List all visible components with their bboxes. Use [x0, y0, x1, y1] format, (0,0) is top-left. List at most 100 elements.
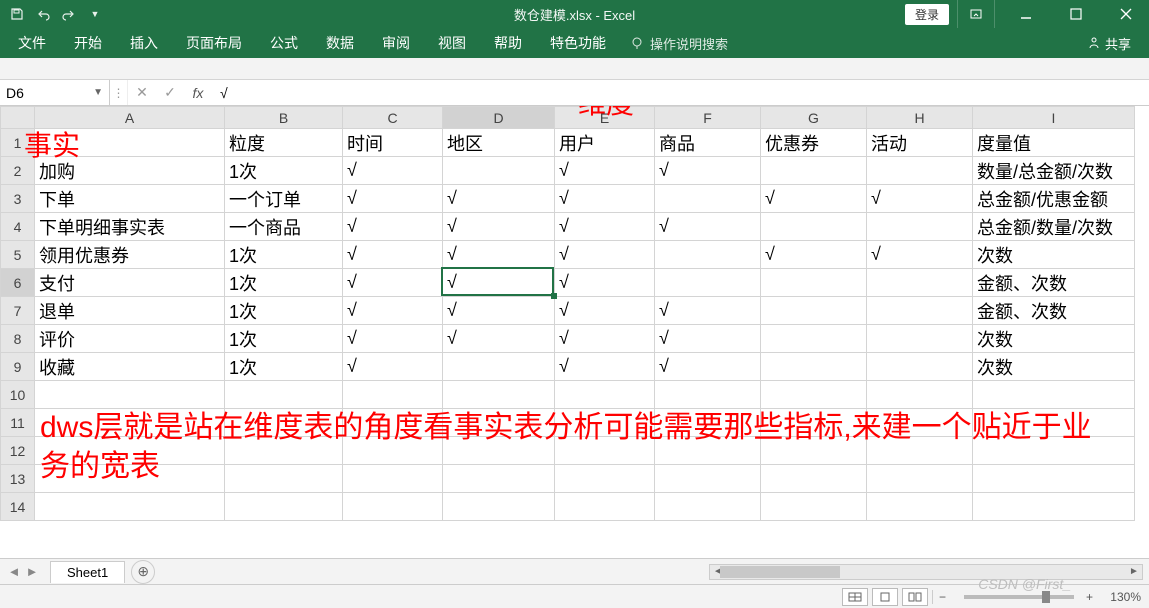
- cell-H11[interactable]: [867, 409, 973, 437]
- cell-F3[interactable]: [655, 185, 761, 213]
- cell-I3[interactable]: 总金额/优惠金额: [973, 185, 1135, 213]
- fill-handle[interactable]: [551, 293, 557, 299]
- add-sheet-button[interactable]: ⊕: [131, 560, 155, 584]
- cell-H2[interactable]: [867, 157, 973, 185]
- cell-C6[interactable]: √: [343, 269, 443, 297]
- zoom-in-button[interactable]: +: [1086, 590, 1093, 604]
- cell-E12[interactable]: [555, 437, 655, 465]
- cell-H9[interactable]: [867, 353, 973, 381]
- cell-C2[interactable]: √: [343, 157, 443, 185]
- col-header-G[interactable]: G: [761, 107, 867, 129]
- tab-file[interactable]: 文件: [4, 27, 60, 59]
- cell-I7[interactable]: 金额、次数: [973, 297, 1135, 325]
- cell-D12[interactable]: [443, 437, 555, 465]
- cell-D7[interactable]: √: [443, 297, 555, 325]
- cell-A5[interactable]: 领用优惠券: [35, 241, 225, 269]
- cell-C1[interactable]: 时间: [343, 129, 443, 157]
- minimize-button[interactable]: [1003, 0, 1049, 28]
- cell-E2[interactable]: √: [555, 157, 655, 185]
- col-header-B[interactable]: B: [225, 107, 343, 129]
- cell-E7[interactable]: √: [555, 297, 655, 325]
- cell-F6[interactable]: [655, 269, 761, 297]
- view-pagelayout-icon[interactable]: [872, 588, 898, 606]
- cell-A7[interactable]: 退单: [35, 297, 225, 325]
- cell-F14[interactable]: [655, 493, 761, 521]
- cell-F13[interactable]: [655, 465, 761, 493]
- col-header-E[interactable]: E: [555, 107, 655, 129]
- name-box[interactable]: D6 ▼: [0, 80, 110, 105]
- cell-D14[interactable]: [443, 493, 555, 521]
- cell-D10[interactable]: [443, 381, 555, 409]
- col-header-F[interactable]: F: [655, 107, 761, 129]
- sheet-nav-prev-icon[interactable]: ◄: [6, 564, 22, 580]
- cell-B7[interactable]: 1次: [225, 297, 343, 325]
- zoom-slider[interactable]: [964, 595, 1074, 599]
- col-header-D[interactable]: D: [443, 107, 555, 129]
- tab-layout[interactable]: 页面布局: [172, 27, 256, 59]
- cell-H7[interactable]: [867, 297, 973, 325]
- col-header-H[interactable]: H: [867, 107, 973, 129]
- cell-A9[interactable]: 收藏: [35, 353, 225, 381]
- cell-E1[interactable]: 用户: [555, 129, 655, 157]
- tab-insert[interactable]: 插入: [116, 27, 172, 59]
- cell-F5[interactable]: [655, 241, 761, 269]
- cell-C7[interactable]: √: [343, 297, 443, 325]
- row-header-5[interactable]: 5: [1, 241, 35, 269]
- cell-D3[interactable]: √: [443, 185, 555, 213]
- col-header-A[interactable]: A: [35, 107, 225, 129]
- row-header-10[interactable]: 10: [1, 381, 35, 409]
- grid-area[interactable]: ABCDEFGHI 1粒度时间地区用户商品优惠券活动度量值2加购1次√√√数量/…: [0, 106, 1149, 558]
- row-header-12[interactable]: 12: [1, 437, 35, 465]
- cell-A13[interactable]: [35, 465, 225, 493]
- cell-H6[interactable]: [867, 269, 973, 297]
- login-button[interactable]: 登录: [905, 4, 949, 25]
- row-header-2[interactable]: 2: [1, 157, 35, 185]
- cell-F10[interactable]: [655, 381, 761, 409]
- cell-G5[interactable]: √: [761, 241, 867, 269]
- cell-B5[interactable]: 1次: [225, 241, 343, 269]
- cell-H1[interactable]: 活动: [867, 129, 973, 157]
- cell-D11[interactable]: [443, 409, 555, 437]
- row-header-6[interactable]: 6: [1, 269, 35, 297]
- view-normal-icon[interactable]: [842, 588, 868, 606]
- cell-E5[interactable]: √: [555, 241, 655, 269]
- cell-B12[interactable]: [225, 437, 343, 465]
- cell-C9[interactable]: √: [343, 353, 443, 381]
- cell-H5[interactable]: √: [867, 241, 973, 269]
- sheet-tab-active[interactable]: Sheet1: [50, 561, 125, 583]
- cell-A14[interactable]: [35, 493, 225, 521]
- cell-C11[interactable]: [343, 409, 443, 437]
- cell-D9[interactable]: [443, 353, 555, 381]
- row-header-13[interactable]: 13: [1, 465, 35, 493]
- cell-D2[interactable]: [443, 157, 555, 185]
- close-button[interactable]: [1103, 0, 1149, 28]
- cell-D6[interactable]: √: [443, 269, 555, 297]
- cell-H4[interactable]: [867, 213, 973, 241]
- maximize-button[interactable]: [1053, 0, 1099, 28]
- tab-view[interactable]: 视图: [424, 27, 480, 59]
- cell-C14[interactable]: [343, 493, 443, 521]
- cell-A4[interactable]: 下单明细事实表: [35, 213, 225, 241]
- cancel-icon[interactable]: ✕: [128, 80, 156, 105]
- cell-H13[interactable]: [867, 465, 973, 493]
- cell-B10[interactable]: [225, 381, 343, 409]
- cell-I9[interactable]: 次数: [973, 353, 1135, 381]
- cell-H14[interactable]: [867, 493, 973, 521]
- cell-E9[interactable]: √: [555, 353, 655, 381]
- cell-D8[interactable]: √: [443, 325, 555, 353]
- cell-G9[interactable]: [761, 353, 867, 381]
- redo-icon[interactable]: [60, 5, 78, 23]
- tab-data[interactable]: 数据: [312, 27, 368, 59]
- hscroll-thumb[interactable]: [720, 566, 840, 578]
- row-header-7[interactable]: 7: [1, 297, 35, 325]
- tab-home[interactable]: 开始: [60, 27, 116, 59]
- cell-G7[interactable]: [761, 297, 867, 325]
- cell-I10[interactable]: [973, 381, 1135, 409]
- cell-D13[interactable]: [443, 465, 555, 493]
- cell-E8[interactable]: √: [555, 325, 655, 353]
- cell-I1[interactable]: 度量值: [973, 129, 1135, 157]
- cell-H10[interactable]: [867, 381, 973, 409]
- cell-C10[interactable]: [343, 381, 443, 409]
- row-header-1[interactable]: 1: [1, 129, 35, 157]
- col-header-C[interactable]: C: [343, 107, 443, 129]
